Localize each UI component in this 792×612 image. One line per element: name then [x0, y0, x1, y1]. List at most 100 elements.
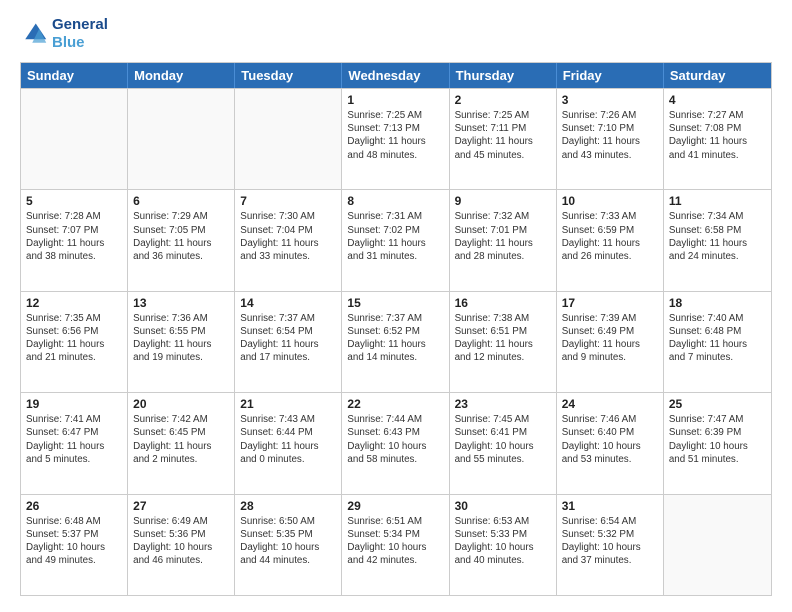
day-info: Sunrise: 7:29 AM Sunset: 7:05 PM Dayligh… — [133, 210, 229, 263]
day-cell-27: 27 Sunrise: 6:49 AM Sunset: 5:36 PM Dayli… — [128, 495, 235, 595]
day-number: 3 — [562, 93, 658, 107]
day-number: 17 — [562, 296, 658, 310]
week-row-1: 5 Sunrise: 7:28 AM Sunset: 7:07 PM Daylig… — [21, 189, 771, 290]
day-info: Sunrise: 6:49 AM Sunset: 5:36 PM Dayligh… — [133, 515, 229, 568]
header-friday: Friday — [557, 63, 664, 88]
header-sunday: Sunday — [21, 63, 128, 88]
day-number: 11 — [669, 194, 766, 208]
day-cell-31: 31Sunrise: 6:54 AM Sunset: 5:32 PM Dayli… — [557, 495, 664, 595]
day-number: 21 — [240, 397, 336, 411]
header-saturday: Saturday — [664, 63, 771, 88]
day-number: 7 — [240, 194, 336, 208]
day-cell-10: 10 Sunrise: 7:33 AM Sunset: 6:59 PM Dayli… — [557, 190, 664, 290]
day-cell-25: 25 Sunrise: 7:47 AM Sunset: 6:39 PM Dayli… — [664, 393, 771, 493]
day-number: 2 — [455, 93, 551, 107]
day-info: Sunrise: 6:53 AM Sunset: 5:33 PM Dayligh… — [455, 515, 551, 568]
day-info: Sunrise: 7:44 AM Sunset: 6:43 PM Dayligh… — [347, 413, 443, 466]
logo-icon — [20, 20, 48, 48]
day-cell-16: 16Sunrise: 7:38 AM Sunset: 6:51 PM Dayli… — [450, 292, 557, 392]
empty-cell — [21, 89, 128, 189]
header-tuesday: Tuesday — [235, 63, 342, 88]
day-cell-9: 9Sunrise: 7:32 AM Sunset: 7:01 PM Daylig… — [450, 190, 557, 290]
day-number: 19 — [26, 397, 122, 411]
day-info: Sunrise: 7:35 AM Sunset: 6:56 PM Dayligh… — [26, 312, 122, 365]
day-number: 13 — [133, 296, 229, 310]
week-row-0: 1 Sunrise: 7:25 AM Sunset: 7:13 PM Daylig… — [21, 88, 771, 189]
header-thursday: Thursday — [450, 63, 557, 88]
day-cell-23: 23 Sunrise: 7:45 AM Sunset: 6:41 PM Dayli… — [450, 393, 557, 493]
day-info: Sunrise: 7:36 AM Sunset: 6:55 PM Dayligh… — [133, 312, 229, 365]
day-info: Sunrise: 7:45 AM Sunset: 6:41 PM Dayligh… — [455, 413, 551, 466]
day-number: 12 — [26, 296, 122, 310]
day-cell-12: 12 Sunrise: 7:35 AM Sunset: 6:56 PM Dayli… — [21, 292, 128, 392]
header-wednesday: Wednesday — [342, 63, 449, 88]
empty-cell — [128, 89, 235, 189]
day-cell-2: 2 Sunrise: 7:25 AM Sunset: 7:11 PM Daylig… — [450, 89, 557, 189]
day-number: 25 — [669, 397, 766, 411]
day-info: Sunrise: 6:48 AM Sunset: 5:37 PM Dayligh… — [26, 515, 122, 568]
calendar: Sunday Monday Tuesday Wednesday Thursday… — [20, 62, 772, 596]
day-cell-28: 28 Sunrise: 6:50 AM Sunset: 5:35 PM Dayli… — [235, 495, 342, 595]
day-number: 9 — [455, 194, 551, 208]
day-number: 8 — [347, 194, 443, 208]
day-number: 4 — [669, 93, 766, 107]
logo: General Blue — [20, 16, 108, 52]
day-cell-18: 18Sunrise: 7:40 AM Sunset: 6:48 PM Dayli… — [664, 292, 771, 392]
day-cell-15: 15Sunrise: 7:37 AM Sunset: 6:52 PM Dayli… — [342, 292, 449, 392]
day-info: Sunrise: 7:26 AM Sunset: 7:10 PM Dayligh… — [562, 109, 658, 162]
day-info: Sunrise: 6:51 AM Sunset: 5:34 PM Dayligh… — [347, 515, 443, 568]
day-cell-11: 11 Sunrise: 7:34 AM Sunset: 6:58 PM Dayli… — [664, 190, 771, 290]
day-info: Sunrise: 7:34 AM Sunset: 6:58 PM Dayligh… — [669, 210, 766, 263]
day-cell-3: 3 Sunrise: 7:26 AM Sunset: 7:10 PM Daylig… — [557, 89, 664, 189]
day-number: 31 — [562, 499, 658, 513]
day-cell-7: 7 Sunrise: 7:30 AM Sunset: 7:04 PM Daylig… — [235, 190, 342, 290]
week-row-4: 26 Sunrise: 6:48 AM Sunset: 5:37 PM Dayli… — [21, 494, 771, 595]
day-number: 1 — [347, 93, 443, 107]
day-number: 10 — [562, 194, 658, 208]
week-row-2: 12 Sunrise: 7:35 AM Sunset: 6:56 PM Dayli… — [21, 291, 771, 392]
day-cell-6: 6Sunrise: 7:29 AM Sunset: 7:05 PM Daylig… — [128, 190, 235, 290]
day-number: 28 — [240, 499, 336, 513]
day-number: 26 — [26, 499, 122, 513]
day-info: Sunrise: 7:28 AM Sunset: 7:07 PM Dayligh… — [26, 210, 122, 263]
day-cell-5: 5 Sunrise: 7:28 AM Sunset: 7:07 PM Daylig… — [21, 190, 128, 290]
header: General Blue — [20, 16, 772, 52]
day-info: Sunrise: 7:40 AM Sunset: 6:48 PM Dayligh… — [669, 312, 766, 365]
day-number: 5 — [26, 194, 122, 208]
day-info: Sunrise: 7:25 AM Sunset: 7:13 PM Dayligh… — [347, 109, 443, 162]
day-info: Sunrise: 7:42 AM Sunset: 6:45 PM Dayligh… — [133, 413, 229, 466]
day-info: Sunrise: 7:30 AM Sunset: 7:04 PM Dayligh… — [240, 210, 336, 263]
day-info: Sunrise: 7:46 AM Sunset: 6:40 PM Dayligh… — [562, 413, 658, 466]
empty-cell — [664, 495, 771, 595]
day-info: Sunrise: 7:41 AM Sunset: 6:47 PM Dayligh… — [26, 413, 122, 466]
week-row-3: 19 Sunrise: 7:41 AM Sunset: 6:47 PM Dayli… — [21, 392, 771, 493]
day-info: Sunrise: 7:37 AM Sunset: 6:54 PM Dayligh… — [240, 312, 336, 365]
day-number: 20 — [133, 397, 229, 411]
day-cell-21: 21 Sunrise: 7:43 AM Sunset: 6:44 PM Dayli… — [235, 393, 342, 493]
day-cell-14: 14Sunrise: 7:37 AM Sunset: 6:54 PM Dayli… — [235, 292, 342, 392]
logo-text: General Blue — [52, 16, 108, 52]
day-number: 16 — [455, 296, 551, 310]
day-number: 23 — [455, 397, 551, 411]
day-cell-13: 13 Sunrise: 7:36 AM Sunset: 6:55 PM Dayli… — [128, 292, 235, 392]
day-cell-29: 29Sunrise: 6:51 AM Sunset: 5:34 PM Dayli… — [342, 495, 449, 595]
header-monday: Monday — [128, 63, 235, 88]
day-cell-26: 26 Sunrise: 6:48 AM Sunset: 5:37 PM Dayli… — [21, 495, 128, 595]
day-cell-19: 19 Sunrise: 7:41 AM Sunset: 6:47 PM Dayli… — [21, 393, 128, 493]
day-cell-24: 24Sunrise: 7:46 AM Sunset: 6:40 PM Dayli… — [557, 393, 664, 493]
empty-cell — [235, 89, 342, 189]
day-info: Sunrise: 7:31 AM Sunset: 7:02 PM Dayligh… — [347, 210, 443, 263]
day-cell-22: 22Sunrise: 7:44 AM Sunset: 6:43 PM Dayli… — [342, 393, 449, 493]
page: General Blue Sunday Monday Tuesday Wedne… — [0, 0, 792, 612]
day-info: Sunrise: 7:33 AM Sunset: 6:59 PM Dayligh… — [562, 210, 658, 263]
day-cell-20: 20 Sunrise: 7:42 AM Sunset: 6:45 PM Dayli… — [128, 393, 235, 493]
day-info: Sunrise: 6:50 AM Sunset: 5:35 PM Dayligh… — [240, 515, 336, 568]
day-number: 27 — [133, 499, 229, 513]
day-info: Sunrise: 7:43 AM Sunset: 6:44 PM Dayligh… — [240, 413, 336, 466]
day-info: Sunrise: 7:37 AM Sunset: 6:52 PM Dayligh… — [347, 312, 443, 365]
day-info: Sunrise: 7:25 AM Sunset: 7:11 PM Dayligh… — [455, 109, 551, 162]
day-info: Sunrise: 7:27 AM Sunset: 7:08 PM Dayligh… — [669, 109, 766, 162]
day-info: Sunrise: 7:47 AM Sunset: 6:39 PM Dayligh… — [669, 413, 766, 466]
day-cell-8: 8 Sunrise: 7:31 AM Sunset: 7:02 PM Daylig… — [342, 190, 449, 290]
day-info: Sunrise: 7:39 AM Sunset: 6:49 PM Dayligh… — [562, 312, 658, 365]
